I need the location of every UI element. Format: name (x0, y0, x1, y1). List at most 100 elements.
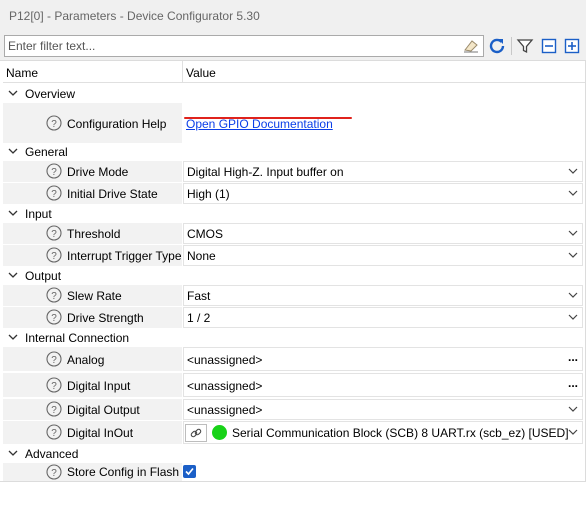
dropdown-value: Fast (187, 289, 211, 303)
field-value: <unassigned> (187, 379, 263, 393)
property-label: Digital InOut (67, 426, 134, 440)
category-input[interactable]: Input (3, 205, 585, 223)
chevron-down-icon[interactable] (7, 331, 19, 343)
help-icon[interactable]: ? (46, 424, 62, 440)
chevron-down-icon[interactable] (568, 230, 578, 237)
property-label: Interrupt Trigger Type (67, 249, 182, 263)
help-icon[interactable]: ? (46, 464, 62, 480)
chevron-down-icon[interactable] (7, 207, 19, 219)
dropdown-value: Digital High-Z. Input buffer on (187, 165, 344, 179)
chevron-down-icon[interactable] (568, 314, 578, 321)
svg-text:?: ? (51, 167, 57, 178)
chevron-down-icon[interactable] (568, 168, 578, 175)
filter-input[interactable] (5, 36, 455, 56)
row-analog: ? Analog <unassigned> ... (3, 347, 585, 371)
category-advanced[interactable]: Advanced (3, 445, 585, 463)
help-icon[interactable]: ? (46, 401, 62, 417)
chevron-down-icon[interactable] (568, 406, 578, 413)
toolbar-separator (511, 37, 512, 55)
property-label: Analog (67, 353, 105, 367)
name-column-header[interactable]: Name (6, 66, 38, 80)
property-label: Digital Input (67, 379, 131, 393)
svg-text:?: ? (51, 381, 57, 392)
chevron-down-icon[interactable] (7, 269, 19, 281)
chevron-down-icon[interactable] (7, 87, 19, 99)
initial-drive-state-dropdown[interactable]: High (1) (183, 183, 583, 204)
row-store-config-in-flash: ? Store Config in Flash (3, 463, 585, 481)
row-digital-inout: ? Digital InOut Serial Communication Blo… (3, 421, 585, 444)
value-column-header[interactable]: Value (186, 66, 216, 80)
refresh-icon[interactable] (488, 37, 506, 55)
help-icon[interactable]: ? (46, 351, 62, 367)
property-label: Store Config in Flash (67, 465, 180, 479)
row-digital-input: ? Digital Input <unassigned> ... (3, 373, 585, 397)
svg-text:?: ? (51, 229, 57, 240)
title-bar: P12[0] - Parameters - Device Configurato… (0, 0, 586, 31)
category-overview[interactable]: Overview (3, 85, 585, 103)
row-drive-strength: ? Drive Strength 1 / 2 (3, 307, 585, 328)
dropdown-value: Serial Communication Block (SCB) 8 UART.… (232, 426, 569, 440)
svg-text:?: ? (51, 468, 57, 479)
analog-field[interactable]: <unassigned> ... (183, 347, 583, 371)
filter-toolbar (0, 31, 586, 61)
category-label: Input (25, 207, 52, 221)
link-button[interactable] (185, 424, 207, 442)
help-icon[interactable]: ? (46, 115, 62, 131)
bottom-panel (0, 481, 586, 512)
svg-text:?: ? (51, 291, 57, 302)
chevron-down-icon[interactable] (568, 190, 578, 197)
chevron-down-icon[interactable] (568, 429, 578, 436)
chevron-down-icon[interactable] (568, 292, 578, 299)
dropdown-value: CMOS (187, 227, 223, 241)
svg-text:?: ? (51, 313, 57, 324)
column-divider[interactable] (182, 61, 183, 83)
chevron-down-icon[interactable] (7, 447, 19, 459)
filter-field[interactable] (4, 35, 484, 57)
help-icon[interactable]: ? (46, 185, 62, 201)
open-gpio-documentation-link[interactable]: Open GPIO Documentation (186, 117, 333, 131)
collapse-icon[interactable] (540, 37, 558, 55)
slew-rate-dropdown[interactable]: Fast (183, 285, 583, 306)
filter-icon[interactable] (516, 37, 534, 55)
help-icon[interactable]: ? (46, 225, 62, 241)
category-general[interactable]: General (3, 143, 585, 161)
help-icon[interactable]: ? (46, 377, 62, 393)
digital-output-dropdown[interactable]: <unassigned> (183, 399, 583, 420)
drive-strength-dropdown[interactable]: 1 / 2 (183, 307, 583, 328)
digital-inout-dropdown[interactable]: Serial Communication Block (SCB) 8 UART.… (183, 421, 583, 444)
row-initial-drive-state: ? Initial Drive State High (1) (3, 183, 585, 204)
browse-button[interactable]: ... (568, 350, 578, 364)
row-configuration-help: ? Configuration Help Open GPIO Documenta… (3, 103, 585, 143)
category-output[interactable]: Output (3, 267, 585, 285)
property-label: Digital Output (67, 403, 140, 417)
digital-input-field[interactable]: <unassigned> ... (183, 373, 583, 397)
svg-text:?: ? (51, 119, 57, 130)
svg-text:?: ? (51, 355, 57, 366)
row-drive-mode: ? Drive Mode Digital High-Z. Input buffe… (3, 161, 585, 182)
help-icon[interactable]: ? (46, 309, 62, 325)
browse-button[interactable]: ... (568, 376, 578, 390)
eraser-icon[interactable] (463, 39, 479, 53)
annotation-underline (184, 117, 352, 119)
property-label: Drive Strength (67, 311, 144, 325)
chevron-down-icon[interactable] (568, 252, 578, 259)
category-internal-connection[interactable]: Internal Connection (3, 329, 585, 347)
help-icon[interactable]: ? (46, 163, 62, 179)
chain-link-icon (190, 428, 202, 438)
grid-header: Name Value (3, 61, 585, 83)
expand-icon[interactable] (563, 37, 581, 55)
help-icon[interactable]: ? (46, 247, 62, 263)
property-label: Threshold (67, 227, 121, 241)
store-config-checkbox[interactable] (183, 465, 196, 478)
drive-mode-dropdown[interactable]: Digital High-Z. Input buffer on (183, 161, 583, 182)
category-label: Output (25, 269, 62, 283)
window-title: P12[0] - Parameters - Device Configurato… (9, 9, 260, 23)
svg-text:?: ? (51, 189, 57, 200)
dropdown-value: High (1) (187, 187, 230, 201)
category-label: Advanced (25, 447, 79, 461)
threshold-dropdown[interactable]: CMOS (183, 223, 583, 244)
help-icon[interactable]: ? (46, 287, 62, 303)
chevron-down-icon[interactable] (7, 145, 19, 157)
interrupt-trigger-type-dropdown[interactable]: None (183, 245, 583, 266)
property-label: Slew Rate (67, 289, 122, 303)
